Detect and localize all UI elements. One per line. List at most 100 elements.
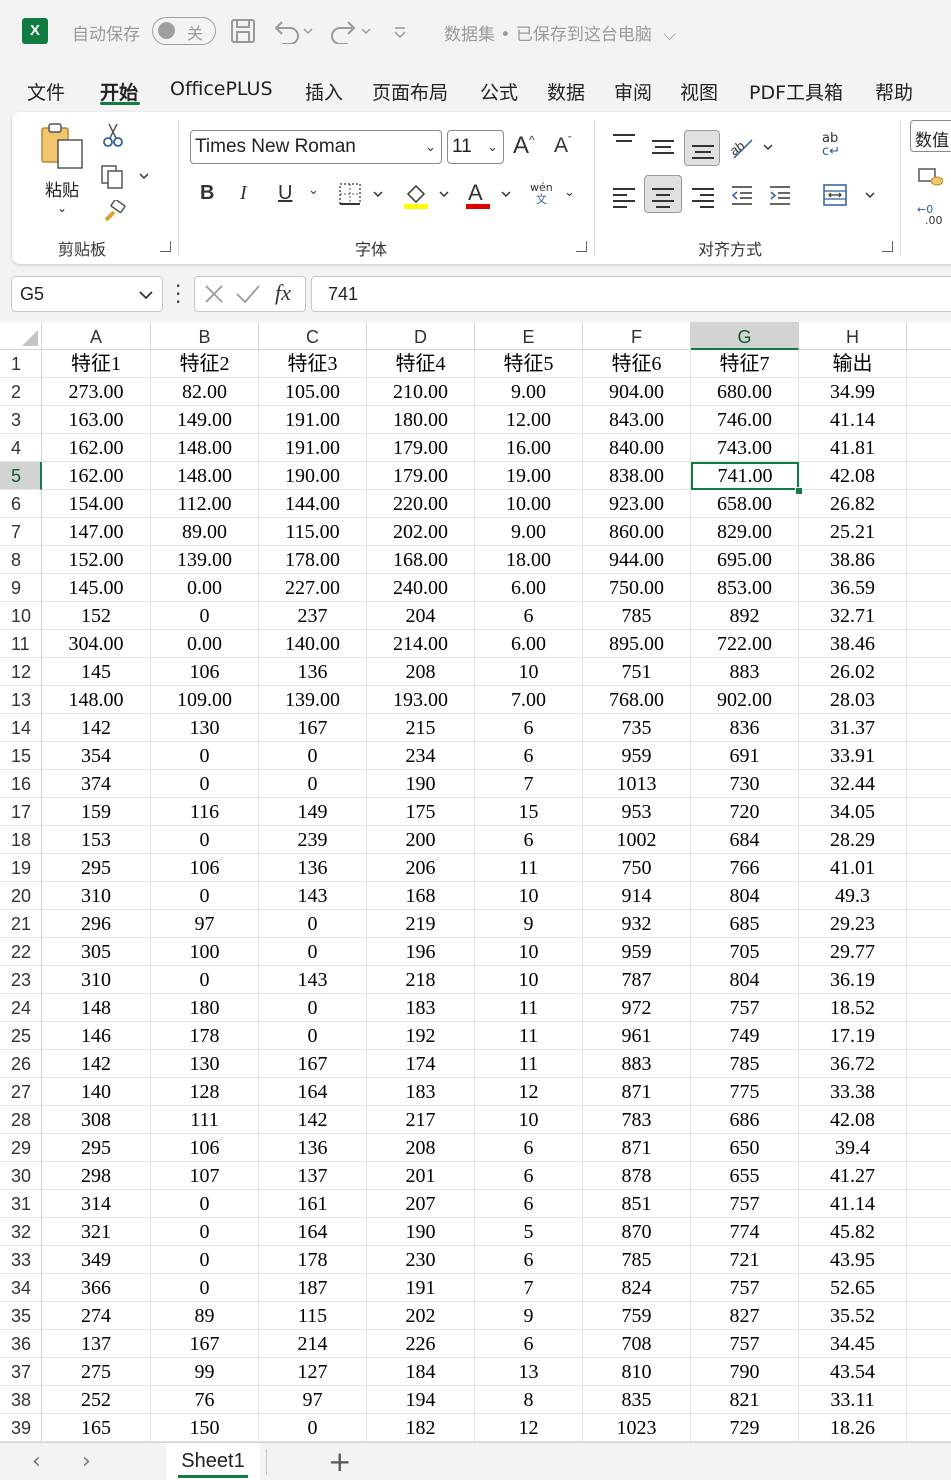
cell[interactable]: 152.00 bbox=[42, 546, 151, 574]
cell[interactable]: 349 bbox=[42, 1246, 151, 1274]
cell[interactable]: 0 bbox=[151, 826, 259, 854]
cell[interactable]: 720 bbox=[691, 798, 799, 826]
cell[interactable] bbox=[907, 1302, 951, 1330]
cell[interactable]: 7 bbox=[475, 1274, 583, 1302]
cell[interactable]: 853.00 bbox=[691, 574, 799, 602]
cell[interactable]: 0 bbox=[259, 770, 367, 798]
cell[interactable]: 145 bbox=[42, 658, 151, 686]
tab-data[interactable]: 数据 bbox=[547, 78, 585, 105]
cancel-icon[interactable] bbox=[203, 283, 225, 305]
cell[interactable] bbox=[907, 1218, 951, 1246]
cell[interactable]: 6 bbox=[475, 602, 583, 630]
cell[interactable]: 输出 bbox=[799, 350, 907, 378]
cell[interactable]: 6 bbox=[475, 1330, 583, 1358]
cell[interactable]: 180 bbox=[151, 994, 259, 1022]
cell[interactable]: 9 bbox=[475, 1302, 583, 1330]
cell[interactable]: 特征6 bbox=[583, 350, 691, 378]
cell[interactable] bbox=[907, 462, 951, 490]
cell[interactable]: 191.00 bbox=[259, 406, 367, 434]
cell[interactable]: 29.77 bbox=[799, 938, 907, 966]
column-header-a[interactable]: A bbox=[42, 322, 151, 350]
cell[interactable]: 152 bbox=[42, 602, 151, 630]
cell[interactable]: 12 bbox=[475, 1414, 583, 1442]
tab-file[interactable]: 文件 bbox=[27, 78, 65, 105]
cell[interactable]: 743.00 bbox=[691, 434, 799, 462]
cell[interactable]: 109.00 bbox=[151, 686, 259, 714]
cell[interactable]: 10 bbox=[475, 882, 583, 910]
cell[interactable]: 33.91 bbox=[799, 742, 907, 770]
cell[interactable]: 180.00 bbox=[367, 406, 475, 434]
cell[interactable]: 240.00 bbox=[367, 574, 475, 602]
cell[interactable]: 226 bbox=[367, 1330, 475, 1358]
cell[interactable]: 219 bbox=[367, 910, 475, 938]
cell[interactable]: 0 bbox=[259, 994, 367, 1022]
cell[interactable] bbox=[907, 1386, 951, 1414]
cell[interactable]: 148.00 bbox=[151, 462, 259, 490]
increase-font-size-icon[interactable]: A^ bbox=[513, 132, 535, 160]
cell[interactable]: 167 bbox=[259, 714, 367, 742]
cell[interactable]: 144.00 bbox=[259, 490, 367, 518]
cell[interactable]: 1013 bbox=[583, 770, 691, 798]
row-header[interactable]: 34 bbox=[0, 1274, 42, 1302]
cell[interactable]: 892 bbox=[691, 602, 799, 630]
cell[interactable]: 42.08 bbox=[799, 1106, 907, 1134]
cell[interactable] bbox=[907, 1078, 951, 1106]
row-header[interactable]: 17 bbox=[0, 798, 42, 826]
cell[interactable]: 184 bbox=[367, 1358, 475, 1386]
cell[interactable]: 840.00 bbox=[583, 434, 691, 462]
cell[interactable]: 7.00 bbox=[475, 686, 583, 714]
cell[interactable]: 239 bbox=[259, 826, 367, 854]
cell[interactable]: 0 bbox=[259, 742, 367, 770]
cell[interactable]: 944.00 bbox=[583, 546, 691, 574]
cell[interactable]: 13 bbox=[475, 1358, 583, 1386]
cell[interactable] bbox=[907, 938, 951, 966]
row-header[interactable]: 14 bbox=[0, 714, 42, 742]
cell[interactable]: 137 bbox=[42, 1330, 151, 1358]
align-bottom-button[interactable] bbox=[684, 130, 720, 166]
cell[interactable]: 183 bbox=[367, 994, 475, 1022]
cell[interactable]: 148.00 bbox=[42, 686, 151, 714]
cell[interactable]: 851 bbox=[583, 1190, 691, 1218]
cell[interactable] bbox=[907, 882, 951, 910]
cell[interactable]: 835 bbox=[583, 1386, 691, 1414]
decimal-icon[interactable]: ←0.00 bbox=[917, 204, 943, 226]
copy-icon[interactable] bbox=[100, 164, 149, 194]
cell[interactable]: 168 bbox=[367, 882, 475, 910]
cell[interactable]: 33.11 bbox=[799, 1386, 907, 1414]
cell[interactable]: 227.00 bbox=[259, 574, 367, 602]
chevron-down-icon[interactable]: ⌄ bbox=[308, 182, 319, 198]
cell[interactable]: 785 bbox=[583, 602, 691, 630]
cell[interactable]: 178 bbox=[151, 1022, 259, 1050]
cell[interactable]: 34.99 bbox=[799, 378, 907, 406]
cell[interactable]: 196 bbox=[367, 938, 475, 966]
redo-icon[interactable] bbox=[330, 14, 372, 48]
font-size-select[interactable]: 11 ⌄ bbox=[447, 130, 504, 164]
cell[interactable]: 特征5 bbox=[475, 350, 583, 378]
cell[interactable]: 804 bbox=[691, 966, 799, 994]
cell[interactable]: 295 bbox=[42, 1134, 151, 1162]
cell[interactable]: 374 bbox=[42, 770, 151, 798]
column-header-f[interactable]: F bbox=[583, 322, 691, 350]
cell[interactable]: 190 bbox=[367, 1218, 475, 1246]
cell[interactable]: 729 bbox=[691, 1414, 799, 1442]
more-options-icon[interactable]: · · · bbox=[175, 276, 181, 312]
cell[interactable]: 883 bbox=[691, 658, 799, 686]
cell[interactable]: 36.59 bbox=[799, 574, 907, 602]
cell[interactable]: 143 bbox=[259, 882, 367, 910]
cell[interactable] bbox=[907, 1134, 951, 1162]
selected-cell[interactable]: 741.00 bbox=[691, 462, 799, 490]
number-format-select[interactable]: 数值 bbox=[910, 120, 951, 152]
cell[interactable]: 923.00 bbox=[583, 490, 691, 518]
align-middle-icon[interactable] bbox=[652, 136, 674, 158]
cell[interactable]: 107 bbox=[151, 1162, 259, 1190]
cell[interactable]: 190.00 bbox=[259, 462, 367, 490]
cell[interactable]: 0 bbox=[151, 770, 259, 798]
cell[interactable]: 708 bbox=[583, 1330, 691, 1358]
select-all-button[interactable] bbox=[0, 322, 42, 350]
cell[interactable]: 167 bbox=[151, 1330, 259, 1358]
fill-color-icon[interactable] bbox=[402, 180, 452, 214]
cell[interactable]: 130 bbox=[151, 714, 259, 742]
cell[interactable]: 146 bbox=[42, 1022, 151, 1050]
cell[interactable]: 860.00 bbox=[583, 518, 691, 546]
cell[interactable]: 11 bbox=[475, 994, 583, 1022]
